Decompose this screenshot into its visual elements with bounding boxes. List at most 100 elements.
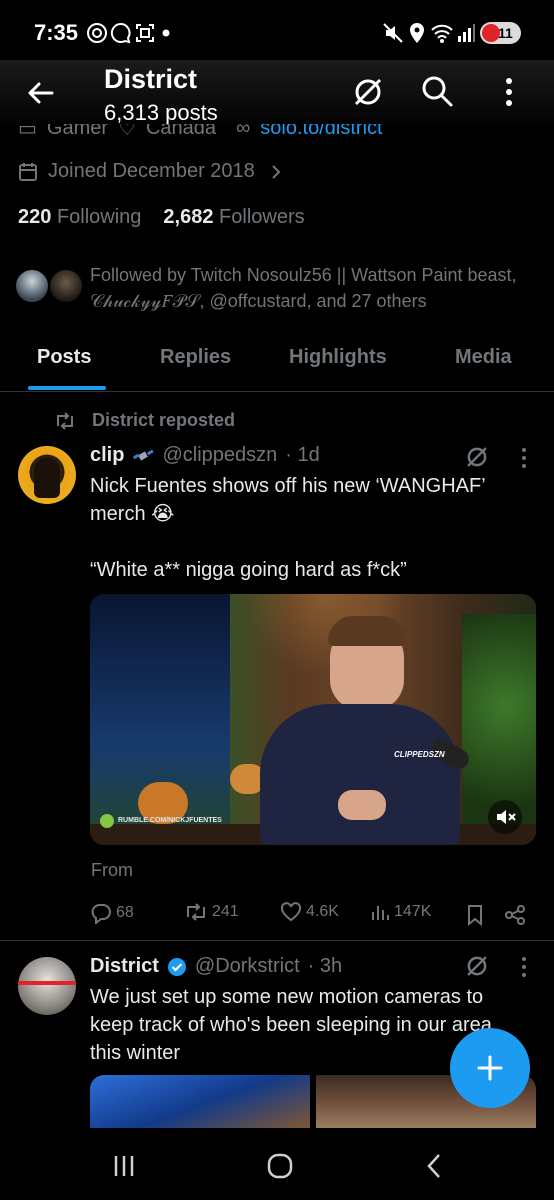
wifi-icon <box>430 22 454 44</box>
search-icon[interactable] <box>420 74 454 108</box>
tweet-more-icon[interactable] <box>520 446 528 470</box>
reply-button[interactable]: 68 <box>90 902 134 924</box>
grok-icon[interactable] <box>464 953 490 979</box>
video-watermark: CLIPPEDSZN <box>394 750 445 759</box>
tweet-author-row: District @Dorkstrict · 3h <box>90 955 342 978</box>
battery-indicator: 11 <box>480 22 521 44</box>
chevron-right-icon <box>271 164 281 180</box>
tweet-text-line: We just set up some new motion cameras t… <box>90 986 484 1008</box>
tab-replies[interactable]: Replies <box>160 346 231 369</box>
repost-icon <box>54 411 76 430</box>
tweet[interactable]: District reposted clip @clippedszn · 1d … <box>0 392 554 940</box>
tweet-text-line: Nick Fuentes shows off his new ‘WANGHAF’ <box>90 475 486 497</box>
avatar[interactable] <box>18 957 76 1015</box>
home-icon[interactable] <box>266 1152 294 1180</box>
profile-category: Gamer <box>46 124 109 139</box>
following-count: 220 <box>18 206 52 228</box>
status-time: 7:35 <box>34 20 79 45</box>
tweet-text: Nick Fuentes shows off his new ‘WANGHAF’… <box>90 472 530 584</box>
avatar-laser <box>18 981 76 985</box>
joined-date: Joined December 2018 <box>48 160 255 182</box>
bookmark-icon[interactable] <box>466 904 484 926</box>
reply-count: 68 <box>116 904 134 921</box>
plus-icon <box>477 1055 503 1081</box>
person-hair <box>328 616 406 646</box>
profile-meta-row: ▭ Gamer ♡ Canada ∞ solo.to/district <box>18 124 538 146</box>
battery-saver-icon <box>482 24 500 42</box>
dot-icon <box>162 29 170 37</box>
back-arrow-icon[interactable] <box>26 78 56 108</box>
posts-count: 6,313 posts <box>104 100 218 125</box>
satellite-icon <box>132 447 155 465</box>
tweet-image[interactable] <box>90 1075 310 1128</box>
author-handle[interactable]: @clippedszn <box>162 444 277 467</box>
video-caption: RUMBLE.COM/NICKJFUENTES <box>118 817 222 824</box>
chat-bubble-icon <box>110 22 132 44</box>
recent-apps-icon[interactable] <box>112 1154 136 1178</box>
profile-name: District <box>104 64 198 94</box>
battery-level: 11 <box>498 25 513 41</box>
share-icon[interactable] <box>504 904 526 926</box>
followed-by-avatars[interactable] <box>14 266 86 306</box>
compose-button[interactable] <box>450 1028 530 1108</box>
author-name[interactable]: clip <box>90 444 124 467</box>
tweet-quote: “White a** nigga going hard as f*ck” <box>90 559 407 581</box>
like-count: 4.6K <box>306 903 339 920</box>
tab-highlights[interactable]: Highlights <box>289 346 387 369</box>
profile-location: Canada <box>145 124 217 139</box>
back-icon[interactable] <box>426 1152 442 1180</box>
grok-icon[interactable] <box>464 444 490 470</box>
profile-link[interactable]: solo.to/district <box>260 124 382 140</box>
followers-label: Followers <box>219 206 305 228</box>
signal-icon <box>456 22 476 44</box>
tweet-more-icon[interactable] <box>520 955 528 979</box>
follow-stats: 220 Following 2,682 Followers <box>18 206 305 229</box>
location-icon <box>408 22 426 44</box>
rumble-logo-icon <box>100 814 114 828</box>
followers-link[interactable]: 2,682 Followers <box>163 206 304 229</box>
more-options-icon[interactable] <box>502 76 516 108</box>
views-button[interactable]: 147K <box>370 902 431 922</box>
repost-count: 241 <box>212 903 239 920</box>
link-icon: ∞ <box>236 124 251 139</box>
person-hands <box>338 790 386 820</box>
grok-icon[interactable] <box>352 76 384 108</box>
followers-count: 2,682 <box>163 206 214 228</box>
video-player[interactable]: CLIPPEDSZN RUMBLE.COM/NICKJFUENTES <box>90 594 536 845</box>
tab-posts[interactable]: Posts <box>37 346 91 369</box>
screenshot-icon <box>134 22 156 44</box>
joined-row[interactable]: Joined December 2018 <box>18 160 281 183</box>
avatar <box>14 268 50 304</box>
following-label: Following <box>56 206 142 228</box>
tweet-time: · 3h <box>307 955 343 977</box>
heart-icon <box>280 902 302 922</box>
avatar <box>48 268 84 304</box>
briefcase-icon: ▭ <box>18 124 37 140</box>
tweet-text-line: merch 😭 <box>90 503 175 525</box>
avatar[interactable] <box>18 446 76 504</box>
active-tab-indicator <box>28 386 106 390</box>
followed-by-text[interactable]: Followed by Twitch Nosoulz56 || Wattson … <box>90 262 530 314</box>
hotspot-icon <box>86 22 108 44</box>
tweet-time: · 1d <box>285 444 320 466</box>
reply-icon <box>90 902 112 924</box>
author-handle[interactable]: @Dorkstrict <box>195 955 300 978</box>
profile-header: District 6,313 posts <box>0 60 554 130</box>
like-button[interactable]: 4.6K <box>280 902 339 922</box>
status-bar: 7:35 11 <box>0 0 554 62</box>
location-pin-icon: ♡ <box>118 124 136 140</box>
following-link[interactable]: 220 Following <box>18 206 141 229</box>
mute-video-icon[interactable] <box>488 800 522 834</box>
tab-media[interactable]: Media <box>455 346 512 369</box>
author-name[interactable]: District <box>90 955 159 978</box>
from-label[interactable]: From <box>91 860 133 881</box>
calendar-icon <box>18 162 38 182</box>
tweet-author-row: clip @clippedszn · 1d <box>90 444 320 467</box>
views-icon <box>370 902 390 922</box>
system-nav-bar <box>0 1128 554 1200</box>
repost-icon <box>184 902 208 922</box>
person-hoodie <box>260 704 460 845</box>
repost-button[interactable]: 241 <box>184 902 239 922</box>
repost-indicator: District reposted <box>54 410 235 431</box>
verified-badge-icon <box>167 957 187 977</box>
